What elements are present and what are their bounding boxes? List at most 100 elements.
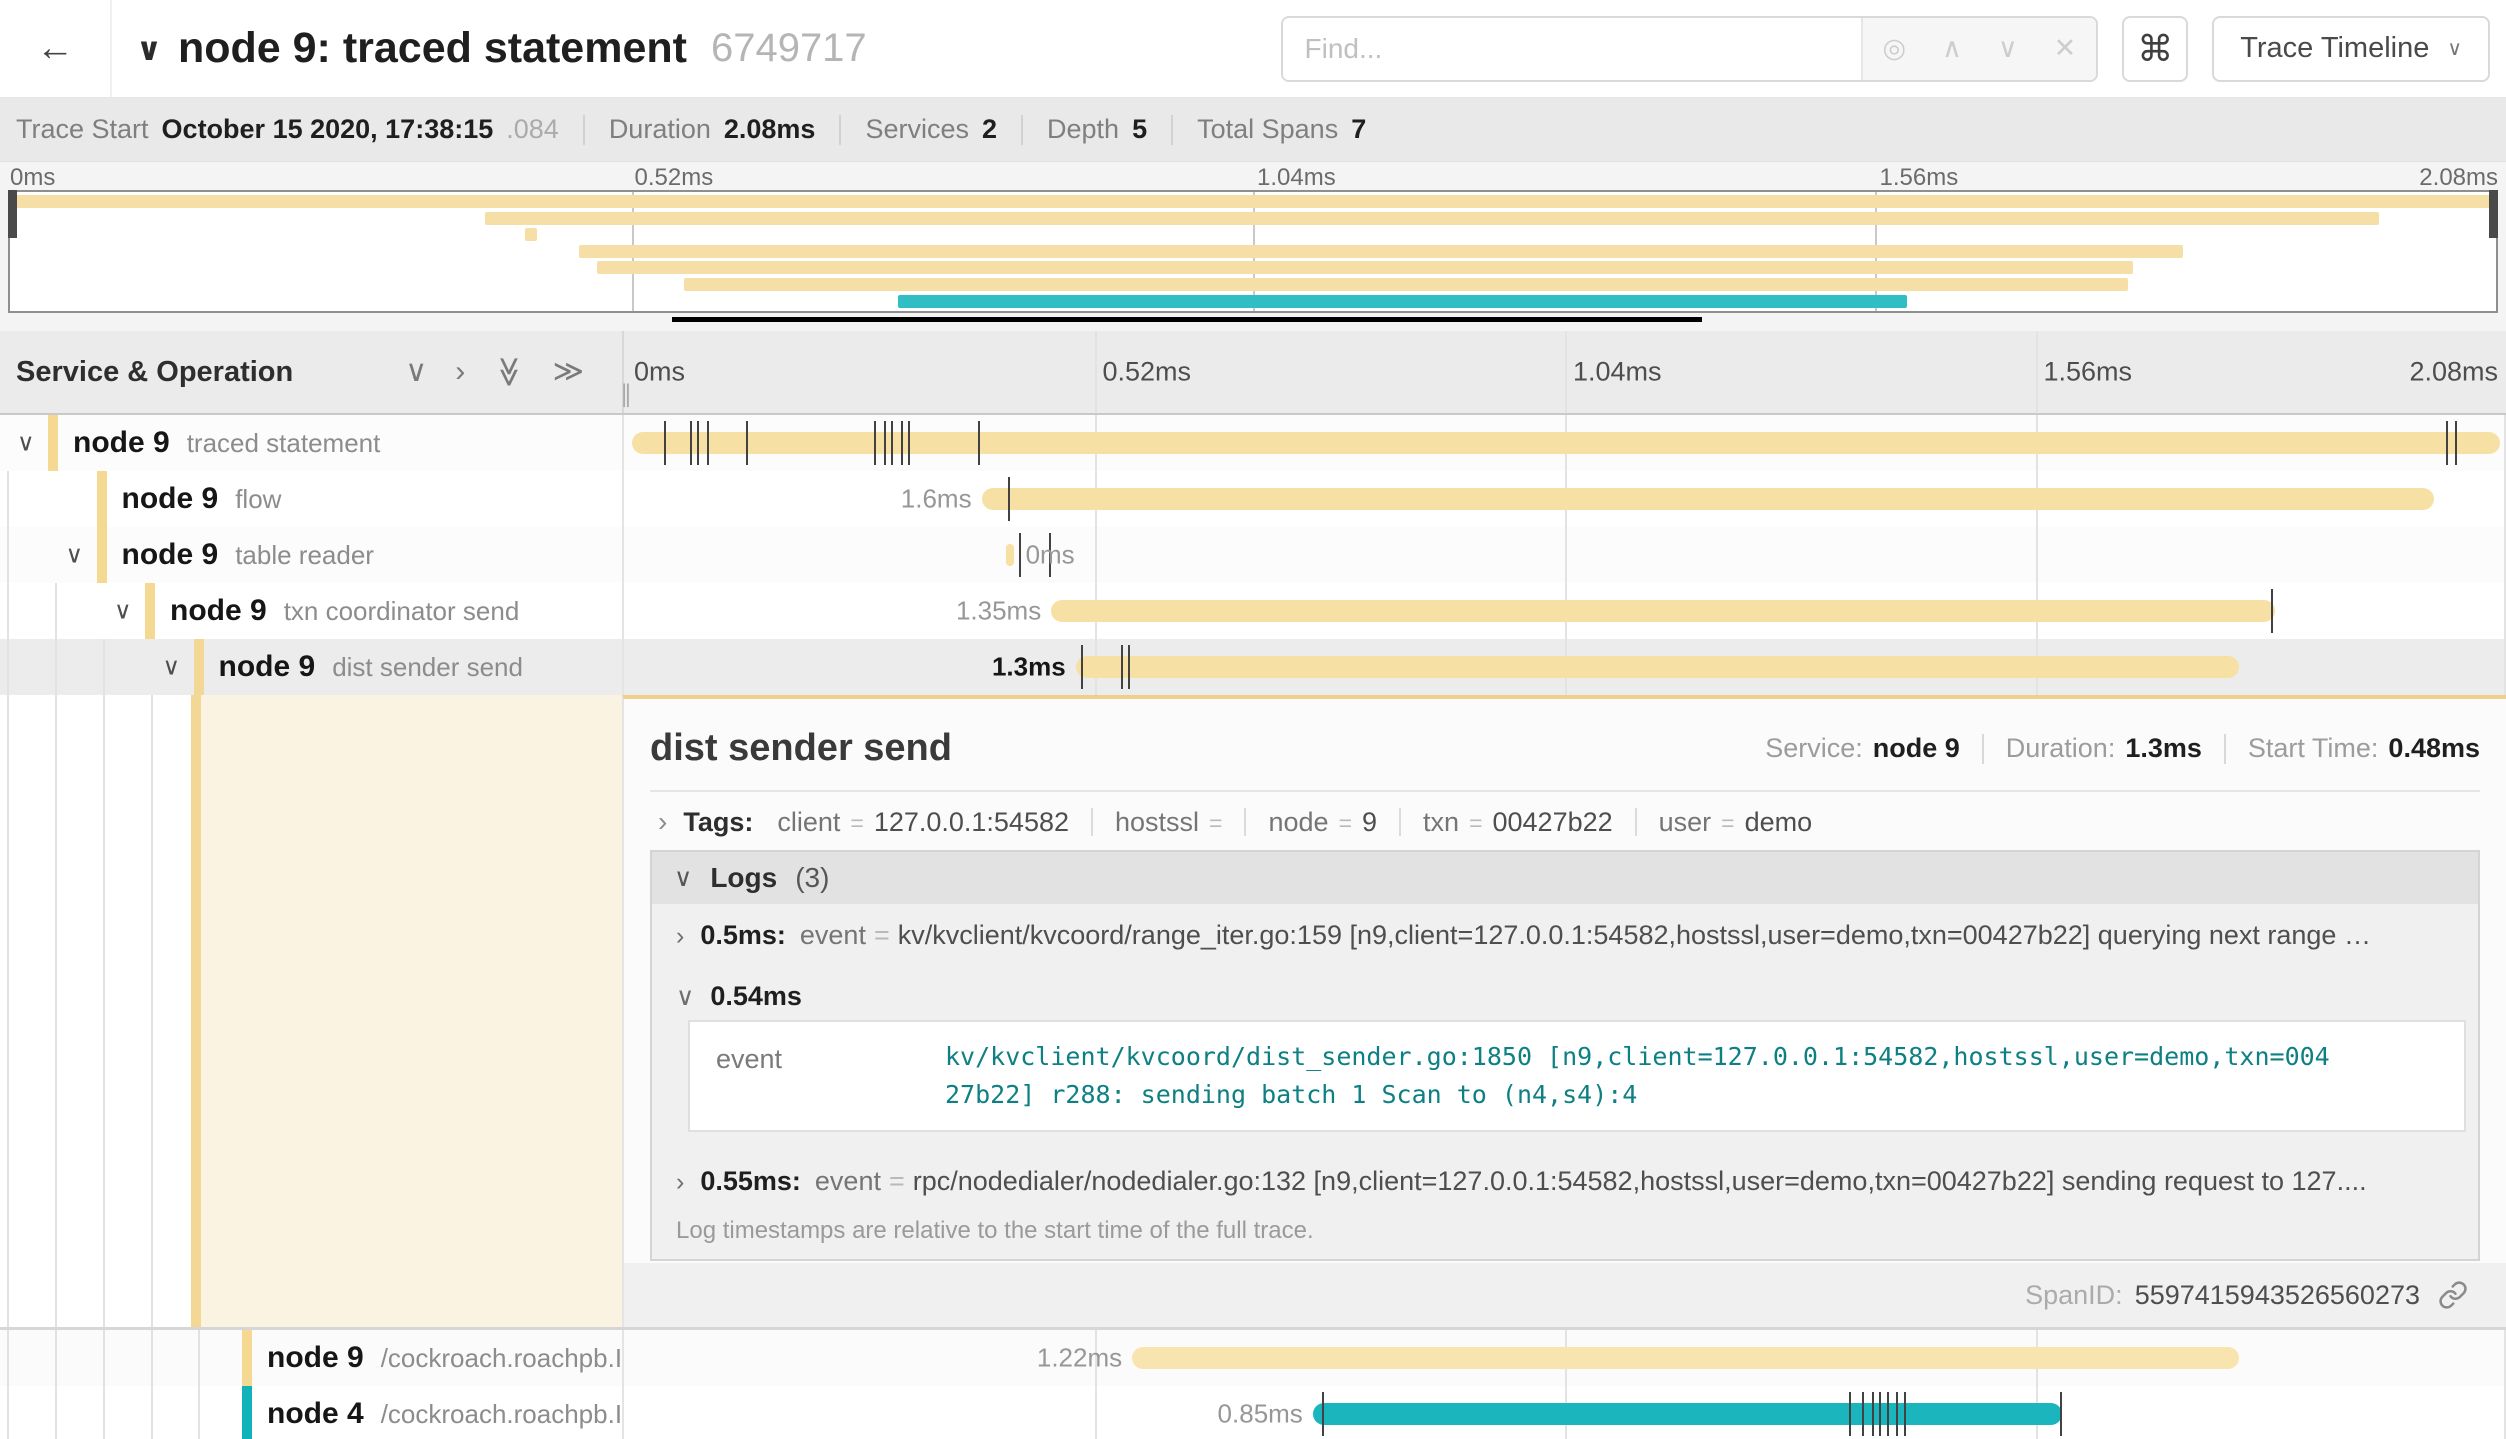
span-log-tick	[1322, 1392, 1324, 1436]
span-row[interactable]: ∨node 9dist sender send1.3ms	[0, 639, 2506, 695]
span-bar[interactable]	[1006, 544, 1014, 566]
span-row-name-column[interactable]: ∨node 9table reader	[0, 527, 622, 583]
span-row[interactable]: ∨node 9table reader0ms	[0, 527, 2506, 583]
tag-item: hostssl=	[1115, 807, 1222, 838]
span-id-row: SpanID: 5597415943526560273	[624, 1263, 2506, 1327]
log-field-value: rpc/nodedialer/nodedialer.go:132 [n9,cli…	[913, 1166, 2367, 1196]
summary-item-suffix: .084	[506, 114, 559, 145]
page-title: node 9: traced statement	[178, 24, 687, 73]
span-row-name-column[interactable]: node 4/cockroach.roachpb.I...	[0, 1386, 622, 1439]
span-row-name-column[interactable]: node 9flow	[0, 471, 622, 527]
back-button[interactable]: ←	[0, 0, 112, 97]
span-row[interactable]: node 9/cockroach.roachpb.I... 1.22ms	[0, 1330, 2506, 1386]
span-row-name-column[interactable]: node 9/cockroach.roachpb.I...	[0, 1330, 622, 1386]
summary-item-label: Services	[865, 114, 969, 145]
span-log-tick	[746, 421, 748, 465]
minimap-right-handle[interactable]	[2489, 190, 2498, 238]
span-row-timeline[interactable]	[622, 415, 2506, 471]
span-service-name: node 4	[267, 1397, 364, 1431]
equals-sign: =	[1721, 810, 1734, 837]
tag-value: demo	[1745, 807, 1813, 838]
span-row-name-column[interactable]: ∨node 9txn coordinator send	[0, 583, 622, 639]
span-log-tick	[2446, 421, 2448, 465]
span-row[interactable]: ∨node 9traced statement	[0, 415, 2506, 471]
column-resize-grip[interactable]: ∥	[620, 380, 632, 409]
next-result-icon[interactable]: ∨	[1998, 33, 2018, 64]
log-entry-row[interactable]: ∨0.54ms	[652, 965, 2478, 1014]
trace-collapse-icon[interactable]: ∨	[136, 30, 162, 68]
header-controls: ◎ ∧ ∨ ✕ ⌘ Trace Timeline ∨	[1281, 16, 2490, 82]
span-bar[interactable]	[1132, 1347, 2239, 1369]
collapse-all-icon[interactable]: ≫	[494, 356, 524, 387]
logs-count: (3)	[795, 862, 829, 894]
find-input[interactable]	[1283, 18, 1861, 80]
log-field-value: kv/kvclient/kvcoord/dist_sender.go:1850 …	[945, 1022, 2337, 1130]
span-bar[interactable]	[982, 488, 2435, 510]
minimap-scroll-indicator[interactable]	[672, 317, 1702, 322]
span-duration-label: 1.22ms	[1037, 1343, 1122, 1374]
tag-item: client=127.0.0.1:54582	[777, 807, 1069, 838]
minimap-canvas[interactable]	[8, 190, 2498, 313]
minimap-span-bar[interactable]	[525, 228, 537, 241]
minimap-span-bar[interactable]	[684, 278, 2128, 291]
span-bar[interactable]	[632, 432, 2501, 454]
span-row[interactable]: node 4/cockroach.roachpb.I...0.85ms	[0, 1386, 2506, 1439]
logs-header[interactable]: ∨ Logs (3)	[652, 852, 2478, 904]
logs-body: ›0.5ms:event=kv/kvclient/kvcoord/range_i…	[652, 904, 2478, 1211]
ruler-tick-label: 1.56ms	[2044, 357, 2133, 388]
span-operation-name: table reader	[235, 540, 374, 571]
tags-toggle-row[interactable]: › Tags: client=127.0.0.1:54582hostssl=no…	[650, 792, 2480, 850]
minimap-span-bar[interactable]	[10, 195, 2496, 208]
prev-result-icon[interactable]: ∧	[1942, 33, 1962, 64]
span-row-timeline[interactable]: 0.85ms	[622, 1386, 2506, 1439]
tag-item: txn=00427b22	[1423, 807, 1613, 838]
span-row-timeline[interactable]: 1.6ms	[622, 471, 2506, 527]
collapse-one-icon[interactable]: ∨	[405, 357, 427, 387]
log-entry-row[interactable]: ›0.5ms:event=kv/kvclient/kvcoord/range_i…	[652, 904, 2478, 965]
tree-guide-line	[55, 695, 57, 1327]
minimap-span-bar[interactable]	[597, 261, 2133, 274]
span-log-tick	[707, 421, 709, 465]
span-name: node 9table reader	[0, 538, 622, 572]
span-row-name-column[interactable]: ∨node 9traced statement	[0, 415, 622, 471]
span-row-name-column[interactable]: ∨node 9dist sender send	[0, 639, 622, 695]
span-row-timeline[interactable]: 1.3ms	[622, 639, 2506, 695]
minimap-span-bar[interactable]	[485, 212, 2379, 225]
log-entry-row[interactable]: ›0.55ms:event=rpc/nodedialer/nodedialer.…	[652, 1150, 2478, 1211]
span-row[interactable]: ∨node 9txn coordinator send1.35ms	[0, 583, 2506, 639]
log-field-key: event	[800, 920, 866, 950]
span-bar[interactable]	[1051, 600, 2274, 622]
span-row-timeline[interactable]: 1.35ms	[622, 583, 2506, 639]
tag-key: hostssl	[1115, 807, 1199, 838]
keyboard-shortcuts-button[interactable]: ⌘	[2122, 16, 2188, 82]
log-summary: event=kv/kvclient/kvcoord/range_iter.go:…	[800, 920, 2371, 951]
span-bar[interactable]	[1076, 656, 2239, 678]
link-icon[interactable]	[2438, 1280, 2468, 1310]
span-log-tick	[2271, 589, 2273, 633]
minimap-span-bar[interactable]	[898, 295, 1907, 308]
minimap-left-handle[interactable]	[8, 190, 17, 238]
expand-one-icon[interactable]: ›	[455, 357, 465, 387]
locate-icon[interactable]: ◎	[1883, 33, 1907, 64]
minimap-span-bar[interactable]	[579, 245, 2182, 258]
span-log-tick	[1896, 1392, 1898, 1436]
service-label: Service:	[1765, 733, 1863, 764]
span-detail-region: dist sender send Service: node 9 Duratio…	[0, 695, 2506, 1330]
span-log-tick	[884, 421, 886, 465]
divider	[1021, 115, 1023, 145]
span-service-name: node 9	[73, 426, 170, 460]
span-row-timeline[interactable]: 0ms	[622, 527, 2506, 583]
summary-item: Total Spans7	[1197, 114, 1366, 145]
span-bar[interactable]	[1313, 1403, 2062, 1425]
trace-view-dropdown[interactable]: Trace Timeline ∨	[2212, 16, 2490, 82]
log-timestamp: 0.5ms:	[700, 920, 786, 951]
summary-item-value: 2.08ms	[724, 114, 816, 145]
ruler-gridline	[1565, 331, 1567, 413]
expand-all-icon[interactable]: ≫	[553, 357, 584, 387]
span-log-tick	[690, 421, 692, 465]
chevron-down-icon: ∨	[2447, 36, 2462, 61]
span-row-timeline[interactable]: 1.22ms	[622, 1330, 2506, 1386]
span-operation-name: /cockroach.roachpb.I...	[381, 1343, 622, 1374]
clear-search-icon[interactable]: ✕	[2054, 33, 2077, 64]
span-row[interactable]: node 9flow1.6ms	[0, 471, 2506, 527]
